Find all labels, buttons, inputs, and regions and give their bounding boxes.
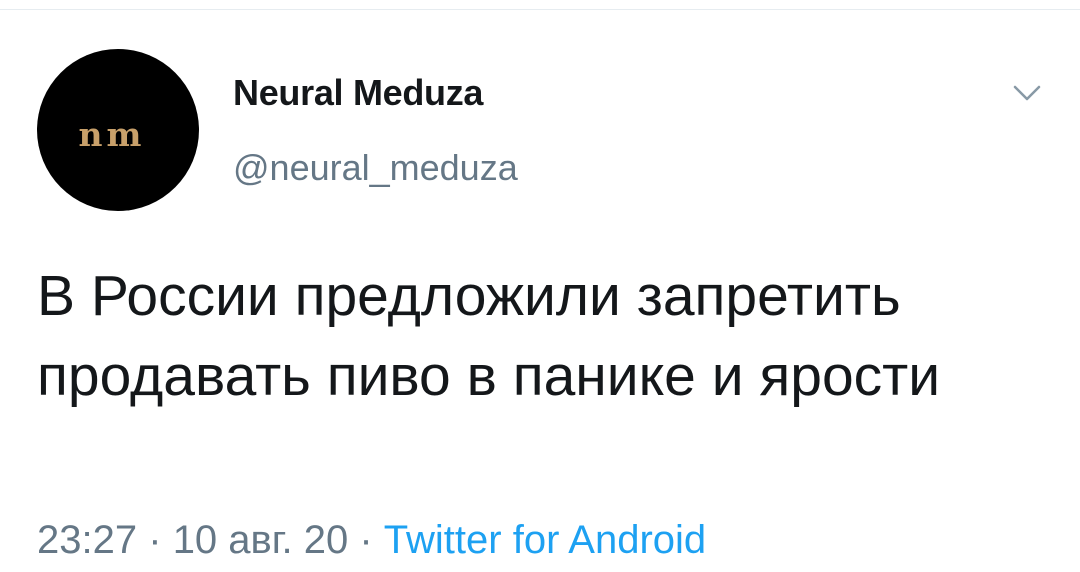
avatar-logo-text: nm [78, 114, 146, 154]
chevron-down-icon [1013, 85, 1041, 101]
avatar[interactable]: nm [37, 49, 199, 211]
tweet-text: В России предложили запретить продавать … [37, 264, 941, 408]
author-display-name[interactable]: Neural Meduza [233, 72, 483, 114]
meta-separator: · [148, 518, 162, 562]
tweet-time[interactable]: 23:27 [37, 518, 137, 562]
top-divider [0, 9, 1080, 10]
meta-separator: · [359, 518, 373, 562]
author-handle[interactable]: @neural_meduza [233, 147, 518, 189]
tweet-date[interactable]: 10 авг. 20 [173, 518, 349, 562]
tweet-metadata: 23:27 · 10 авг. 20 · Twitter for Android [37, 518, 706, 563]
tweet-source-link[interactable]: Twitter for Android [384, 518, 706, 562]
tweet-menu-button[interactable] [1010, 78, 1044, 108]
